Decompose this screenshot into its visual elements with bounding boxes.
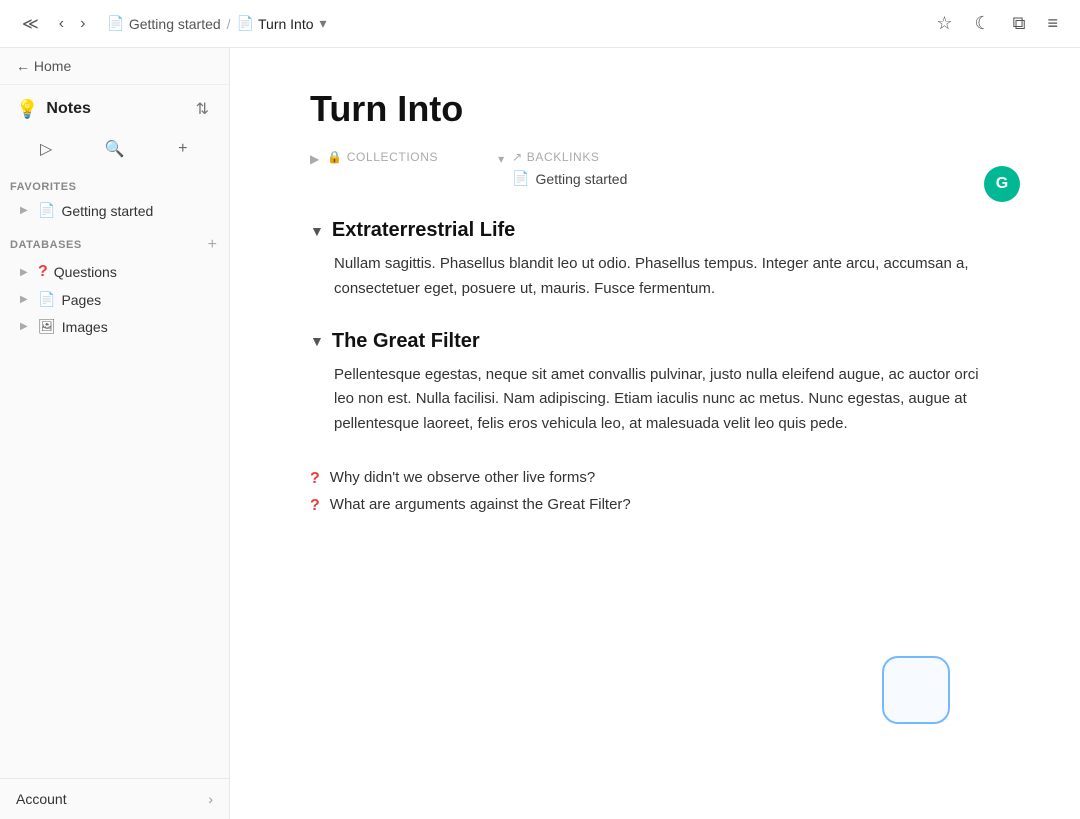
toggle-icon: ▶ bbox=[20, 267, 32, 278]
question-mark-icon: ? bbox=[310, 497, 320, 515]
account-arrow: › bbox=[208, 791, 213, 807]
topbar-right: ☆ ☾ ⧉ ≡ bbox=[930, 9, 1064, 38]
section-toggle[interactable]: ▼ bbox=[310, 333, 324, 349]
question-list: ? Why didn't we observe other live forms… bbox=[310, 465, 1000, 519]
account-section[interactable]: Account › bbox=[0, 778, 229, 819]
sidebar-item-questions[interactable]: ▶ ? Questions bbox=[4, 258, 225, 286]
sidebar-item-getting-started[interactable]: ▶ 📄 Getting started bbox=[4, 197, 225, 224]
section-heading-extraterrestrial[interactable]: ▼ Extraterrestrial Life bbox=[310, 219, 1000, 242]
breadcrumb-turn-into[interactable]: 📄 Turn Into bbox=[237, 15, 314, 32]
sidebar-header: 💡 Notes ⇅ bbox=[0, 85, 229, 129]
page-icon: 📄 bbox=[107, 15, 124, 32]
sidebar-toolbar: ▷ 🔍 + bbox=[0, 129, 229, 173]
breadcrumb: 📄 Getting started / 📄 Turn Into ▾ bbox=[107, 15, 326, 32]
backlink-icon: ↗ bbox=[512, 150, 523, 164]
toggle-icon: ▶ bbox=[20, 294, 32, 305]
notes-icon: 💡 bbox=[16, 99, 38, 120]
page-icon: 📄 bbox=[237, 15, 254, 32]
topbar-left: ≪ ‹ › 📄 Getting started / 📄 Turn Into ▾ bbox=[16, 10, 327, 38]
star-button[interactable]: ☆ bbox=[930, 9, 958, 38]
dark-mode-button[interactable]: ☾ bbox=[968, 9, 996, 38]
add-database-button[interactable]: + bbox=[208, 236, 217, 254]
section-heading-great-filter[interactable]: ▼ The Great Filter bbox=[310, 330, 1000, 353]
avatar: G bbox=[984, 166, 1020, 202]
collections-label: 🔒 COLLECTIONS bbox=[327, 150, 438, 164]
page-icon: 📄 bbox=[38, 291, 55, 308]
section-great-filter: ▼ The Great Filter Pellentesque egestas,… bbox=[310, 330, 1000, 437]
sidebar: ← Home 💡 Notes ⇅ ▷ 🔍 + FAVORITES ▶ 📄 bbox=[0, 48, 230, 819]
sidebar-title: 💡 Notes bbox=[16, 99, 91, 120]
content-area: G Turn Into ▶ 🔒 COLLECTIONS ▾ ↗ B bbox=[230, 48, 1080, 819]
home-link[interactable]: ← Home bbox=[0, 48, 229, 85]
backlink-getting-started[interactable]: 📄 Getting started bbox=[512, 170, 627, 187]
breadcrumb-separator: / bbox=[227, 16, 231, 32]
databases-header[interactable]: DATABASES + bbox=[0, 232, 229, 258]
windows-button[interactable]: ⧉ bbox=[1007, 9, 1032, 38]
breadcrumb-getting-started[interactable]: 📄 Getting started bbox=[107, 15, 220, 32]
search-button[interactable]: 🔍 bbox=[80, 133, 148, 165]
backlinks-label: ↗ BACKLINKS bbox=[512, 150, 627, 164]
toggle-icon: ▶ bbox=[20, 205, 32, 216]
images-icon: 🖼 bbox=[38, 318, 56, 335]
backlinks-toggle[interactable]: ▾ bbox=[498, 152, 504, 166]
sort-button[interactable]: ⇅ bbox=[192, 97, 213, 121]
favorites-header[interactable]: FAVORITES bbox=[0, 177, 229, 197]
back-button[interactable]: ‹ bbox=[53, 11, 70, 37]
section-body-great-filter: Pellentesque egestas, neque sit amet con… bbox=[310, 363, 1000, 437]
collections-meta: ▶ 🔒 COLLECTIONS bbox=[310, 150, 438, 187]
play-button[interactable]: ▷ bbox=[12, 133, 80, 165]
page-icon: 📄 bbox=[38, 202, 55, 219]
cursor-indicator bbox=[882, 656, 950, 724]
lock-icon: 🔒 bbox=[327, 150, 343, 164]
sidebar-controls: ⇅ bbox=[192, 97, 213, 121]
section-body-extraterrestrial: Nullam sagittis. Phasellus blandit leo u… bbox=[310, 252, 1000, 302]
question-icon: ? bbox=[38, 263, 48, 281]
page-icon: 📄 bbox=[512, 170, 529, 187]
sidebar-item-images[interactable]: ▶ 🖼 Images bbox=[4, 313, 225, 340]
forward-button[interactable]: › bbox=[74, 11, 91, 37]
toggle-icon: ▶ bbox=[20, 321, 32, 332]
add-page-button[interactable]: + bbox=[149, 134, 217, 164]
topbar: ≪ ‹ › 📄 Getting started / 📄 Turn Into ▾ … bbox=[0, 0, 1080, 48]
menu-button[interactable]: ≡ bbox=[1041, 9, 1064, 38]
section-toggle[interactable]: ▼ bbox=[310, 223, 324, 239]
topbar-nav: ‹ › bbox=[53, 11, 92, 37]
collapse-sidebar-button[interactable]: ≪ bbox=[16, 10, 45, 38]
main-layout: ← Home 💡 Notes ⇅ ▷ 🔍 + FAVORITES ▶ 📄 bbox=[0, 48, 1080, 819]
page-title: Turn Into bbox=[310, 88, 1000, 130]
list-item: ? What are arguments against the Great F… bbox=[310, 492, 1000, 519]
backlinks-meta: ▾ ↗ BACKLINKS 📄 Getting started bbox=[498, 150, 627, 187]
backlinks-content: 📄 Getting started bbox=[512, 170, 627, 187]
section-extraterrestrial: ▼ Extraterrestrial Life Nullam sagittis.… bbox=[310, 219, 1000, 302]
page-meta: ▶ 🔒 COLLECTIONS ▾ ↗ BACKLINKS bbox=[310, 150, 1000, 187]
favorites-section: FAVORITES ▶ 📄 Getting started bbox=[0, 173, 229, 228]
breadcrumb-dropdown-button[interactable]: ▾ bbox=[320, 15, 327, 32]
collections-toggle[interactable]: ▶ bbox=[310, 152, 319, 166]
question-mark-icon: ? bbox=[310, 470, 320, 488]
databases-section: DATABASES + ▶ ? Questions ▶ 📄 Pages ▶ 🖼 … bbox=[0, 228, 229, 344]
sidebar-item-pages[interactable]: ▶ 📄 Pages bbox=[4, 286, 225, 313]
list-item: ? Why didn't we observe other live forms… bbox=[310, 465, 1000, 492]
